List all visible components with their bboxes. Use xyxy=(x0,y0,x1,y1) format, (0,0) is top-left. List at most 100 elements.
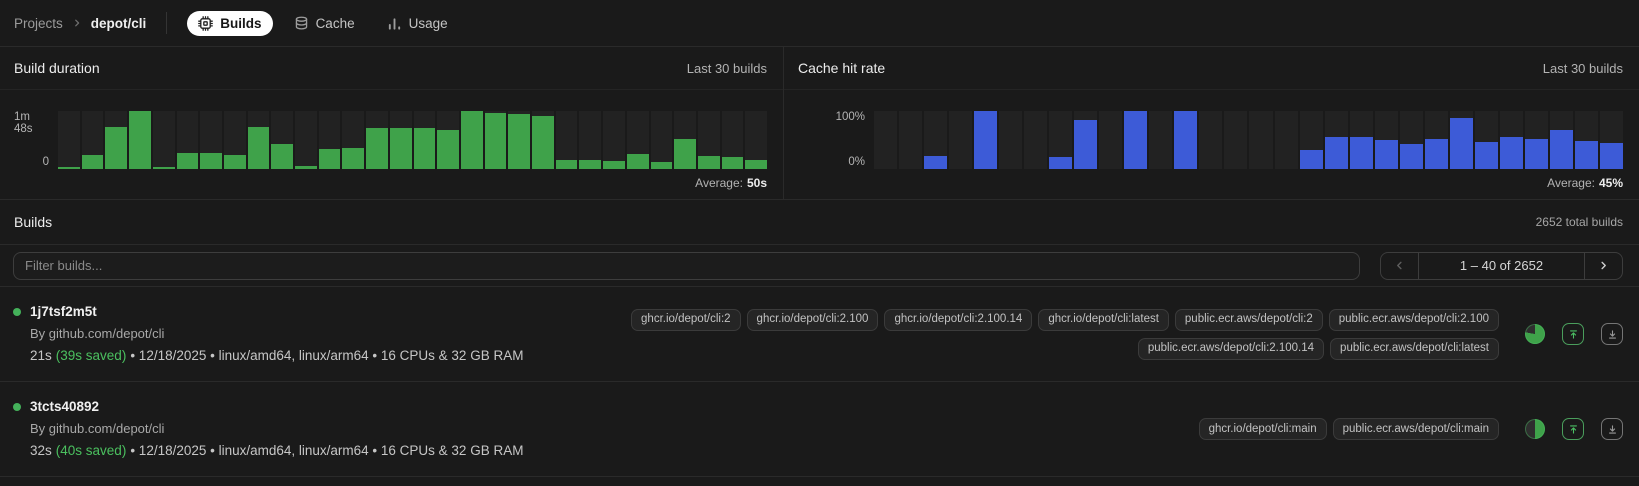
chart-bar-slot[interactable] xyxy=(1149,111,1172,169)
chart-bar-slot[interactable] xyxy=(200,111,222,169)
chart-bar xyxy=(745,160,767,169)
chart-bar-slot[interactable] xyxy=(579,111,601,169)
chart-bar-slot[interactable] xyxy=(177,111,199,169)
chart-bar-slot[interactable] xyxy=(1224,111,1247,169)
chart-bar-slot[interactable] xyxy=(722,111,744,169)
chart-bar-slot[interactable] xyxy=(414,111,436,169)
breadcrumb-projects[interactable]: Projects xyxy=(14,16,63,31)
chart-bar xyxy=(532,116,554,169)
chart-bar-slot[interactable] xyxy=(1099,111,1122,169)
build-row-summary: 3tcts40892By github.com/depot/cli32s(40s… xyxy=(13,397,1199,461)
chart-bar-slot[interactable] xyxy=(1425,111,1448,169)
chart-bar xyxy=(579,160,601,169)
chart-bar xyxy=(651,162,673,169)
chart-bar-slot[interactable] xyxy=(1500,111,1523,169)
build-meta: • 12/18/2025 • linux/amd64, linux/arm64 … xyxy=(130,348,523,363)
chart-bar-slot[interactable] xyxy=(1199,111,1222,169)
chart-bar-slot[interactable] xyxy=(1525,111,1548,169)
tab-builds[interactable]: Builds xyxy=(187,11,272,36)
chart-bar xyxy=(722,157,744,169)
chart-bar-slot[interactable] xyxy=(461,111,483,169)
chart-bar xyxy=(82,155,104,170)
chart-bar-slot[interactable] xyxy=(1249,111,1272,169)
chart-bar-slot[interactable] xyxy=(1124,111,1147,169)
chart-bar-slot[interactable] xyxy=(1049,111,1072,169)
chart-bar-slot[interactable] xyxy=(390,111,412,169)
chart-bar-slot[interactable] xyxy=(1275,111,1298,169)
chart-bar xyxy=(1600,143,1623,169)
push-registry-icon[interactable] xyxy=(1562,323,1584,345)
chart-bar-slot[interactable] xyxy=(485,111,507,169)
chart-bar-slot[interactable] xyxy=(319,111,341,169)
build-id: 3tcts40892 xyxy=(30,397,99,417)
chart-bar-slot[interactable] xyxy=(1024,111,1047,169)
push-registry-icon[interactable] xyxy=(1562,418,1584,440)
chart-bar-slot[interactable] xyxy=(603,111,625,169)
chart-bar-slot[interactable] xyxy=(745,111,767,169)
download-icon[interactable] xyxy=(1601,323,1623,345)
chart-bar-slot[interactable] xyxy=(651,111,673,169)
chevron-left-icon xyxy=(1394,260,1405,271)
filter-builds-input[interactable] xyxy=(13,252,1360,280)
chart-bar-slot[interactable] xyxy=(271,111,293,169)
tab-usage[interactable]: Usage xyxy=(376,11,459,36)
build-stats-line: 21s(39s saved)• 12/18/2025 • linux/amd64… xyxy=(30,346,614,366)
chart-bar-slot[interactable] xyxy=(295,111,317,169)
chart-bar-slot[interactable] xyxy=(248,111,270,169)
chart-bar-slot[interactable] xyxy=(342,111,364,169)
chart-bar-slot[interactable] xyxy=(1400,111,1423,169)
build-author: By github.com/depot/cli xyxy=(30,324,614,344)
chart-bar-slot[interactable] xyxy=(1575,111,1598,169)
chart-bar-slot[interactable] xyxy=(899,111,922,169)
chart-bar-slot[interactable] xyxy=(532,111,554,169)
build-row[interactable]: 3tcts40892By github.com/depot/cli32s(40s… xyxy=(0,382,1639,477)
tab-cache[interactable]: Cache xyxy=(283,11,366,36)
database-icon xyxy=(294,16,309,31)
chart-bar-slot[interactable] xyxy=(556,111,578,169)
pagination-prev-button[interactable] xyxy=(1381,253,1419,279)
chart-bar-slot[interactable] xyxy=(698,111,720,169)
chart-bar-slot[interactable] xyxy=(1300,111,1323,169)
chart-bar-slot[interactable] xyxy=(58,111,80,169)
chart-bar-slot[interactable] xyxy=(82,111,104,169)
build-time-saved: (40s saved) xyxy=(56,443,127,458)
chart-bar-slot[interactable] xyxy=(949,111,972,169)
build-row-actions xyxy=(1525,418,1623,440)
chart-bar-slot[interactable] xyxy=(974,111,997,169)
y-axis-max-label: 100% xyxy=(836,112,865,124)
chart-bar-slot[interactable] xyxy=(1450,111,1473,169)
chart-bar-slot[interactable] xyxy=(437,111,459,169)
build-row[interactable]: 1j7tsf2m5tBy github.com/depot/cli21s(39s… xyxy=(0,287,1639,382)
top-nav: Projects depot/cli Builds xyxy=(0,0,1639,47)
chart-bar-slot[interactable] xyxy=(1325,111,1348,169)
chart-bar xyxy=(342,148,364,169)
chart-bar xyxy=(1400,144,1423,169)
chart-bar-slot[interactable] xyxy=(924,111,947,169)
chart-bar-slot[interactable] xyxy=(1600,111,1623,169)
chart-bar xyxy=(627,154,649,169)
chart-bar-slot[interactable] xyxy=(999,111,1022,169)
nav-divider xyxy=(166,12,167,34)
chart-bar-slot[interactable] xyxy=(674,111,696,169)
cache-hit-rate-title: Cache hit rate xyxy=(798,60,885,76)
chart-bar-slot[interactable] xyxy=(366,111,388,169)
pagination-next-button[interactable] xyxy=(1584,253,1622,279)
chart-bar-slot[interactable] xyxy=(627,111,649,169)
download-icon[interactable] xyxy=(1601,418,1623,440)
chart-bar-slot[interactable] xyxy=(1074,111,1097,169)
chart-bar-slot[interactable] xyxy=(874,111,897,169)
chart-bar-slot[interactable] xyxy=(105,111,127,169)
chart-bar-slot[interactable] xyxy=(1174,111,1197,169)
chart-bar-slot[interactable] xyxy=(153,111,175,169)
chart-bar-slot[interactable] xyxy=(1550,111,1573,169)
chart-bar xyxy=(1049,157,1072,169)
chart-bar xyxy=(200,153,222,169)
chart-bar-slot[interactable] xyxy=(224,111,246,169)
chart-bar-slot[interactable] xyxy=(508,111,530,169)
cache-hit-rate-panel: Cache hit rate Last 30 builds 100% 0% Av… xyxy=(784,47,1639,199)
chart-bar-slot[interactable] xyxy=(129,111,151,169)
chart-bar-slot[interactable] xyxy=(1475,111,1498,169)
chart-bar-slot[interactable] xyxy=(1375,111,1398,169)
cache-hit-rate-chart xyxy=(874,111,1623,169)
chart-bar-slot[interactable] xyxy=(1350,111,1373,169)
